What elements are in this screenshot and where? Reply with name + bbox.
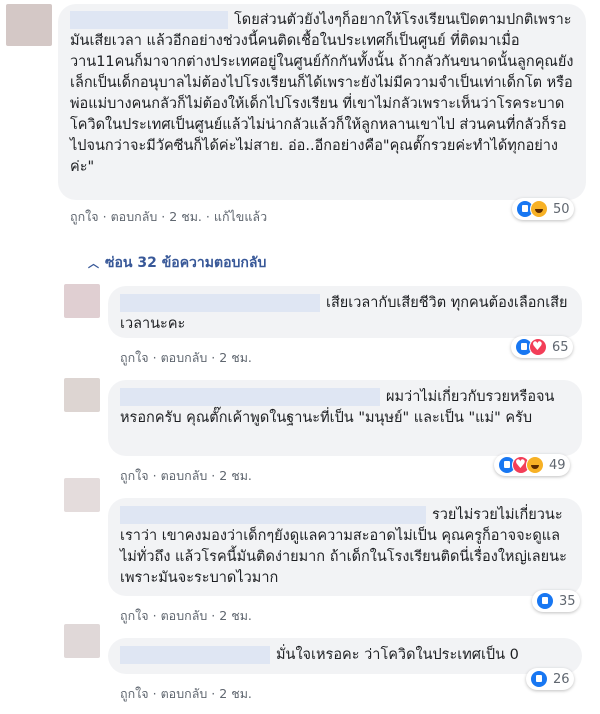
reply-link[interactable]: ตอบกลับ	[161, 350, 208, 365]
like-reaction-icon	[536, 592, 554, 610]
love-reaction-icon	[529, 338, 547, 356]
reply-text: มั่นใจเหรอคะ ว่าโควิดในประเทศเป็น 0	[276, 647, 519, 663]
timestamp[interactable]: 2 ชม.	[219, 468, 252, 483]
reply-bubble: รวยไม่รวยไม่เกี่ยวนะเราว่า เขาคงมองว่าเด…	[108, 498, 582, 596]
reply-link[interactable]: ตอบกลับ	[161, 608, 208, 623]
like-link[interactable]: ถูกใจ	[120, 686, 149, 701]
timestamp[interactable]: 2 ชม.	[219, 686, 252, 701]
like-link[interactable]: ถูกใจ	[120, 468, 149, 483]
reaction-summary[interactable]: 49	[494, 454, 570, 476]
reply-actions: ถูกใจ · ตอบกลับ · 2 ชม.	[120, 686, 252, 701]
reaction-summary[interactable]: 65	[511, 336, 573, 358]
reply-bubble: ผมว่าไม่เกี่ยวกับรวยหรือจนหรอกครับ คุณตั…	[108, 380, 582, 456]
reaction-summary[interactable]: 26	[526, 668, 574, 690]
avatar[interactable]	[64, 478, 100, 512]
reaction-count: 50	[553, 201, 570, 217]
reaction-summary[interactable]: 35	[532, 590, 580, 612]
reaction-count: 49	[549, 457, 566, 473]
reply-link[interactable]: ตอบกลับ	[161, 468, 208, 483]
avatar[interactable]	[64, 284, 100, 318]
reply-link[interactable]: ตอบกลับ	[161, 686, 208, 701]
hide-replies-label: ซ่อน 32 ข้อความตอบกลับ	[105, 255, 267, 271]
comment-actions: ถูกใจ · ตอบกลับ · 2 ชม. · แก้ไขแล้ว	[70, 209, 268, 224]
comment-bubble: โดยส่วนตัวยังไงๆก็อยากให้โรงเรียนเปิดตาม…	[58, 4, 586, 200]
reply-actions: ถูกใจ · ตอบกลับ · 2 ชม.	[120, 608, 252, 623]
redacted-author-name	[120, 388, 380, 406]
avatar[interactable]	[64, 624, 100, 658]
redacted-author-name	[70, 11, 228, 29]
redacted-author-name	[120, 646, 270, 664]
edited-label[interactable]: แก้ไขแล้ว	[214, 209, 267, 224]
avatar[interactable]	[6, 4, 52, 46]
reaction-count: 35	[559, 593, 576, 609]
reply-link[interactable]: ตอบกลับ	[111, 209, 158, 224]
reaction-count: 26	[553, 671, 570, 687]
timestamp[interactable]: 2 ชม.	[219, 350, 252, 365]
comment-text: โดยส่วนตัวยังไงๆก็อยากให้โรงเรียนเปิดตาม…	[70, 12, 574, 175]
hide-replies-toggle[interactable]: ︿ ซ่อน 32 ข้อความตอบกลับ	[88, 252, 266, 274]
redacted-author-name	[120, 294, 320, 312]
reaction-summary[interactable]: 50	[512, 198, 574, 220]
reaction-count: 65	[552, 339, 569, 355]
avatar[interactable]	[64, 378, 100, 412]
reply-bubble: มั่นใจเหรอคะ ว่าโควิดในประเทศเป็น 0	[108, 638, 582, 674]
like-link[interactable]: ถูกใจ	[70, 209, 99, 224]
like-link[interactable]: ถูกใจ	[120, 608, 149, 623]
like-link[interactable]: ถูกใจ	[120, 350, 149, 365]
reply-actions: ถูกใจ · ตอบกลับ · 2 ชม.	[120, 468, 252, 483]
reply-actions: ถูกใจ · ตอบกลับ · 2 ชม.	[120, 350, 252, 365]
like-reaction-icon	[530, 670, 548, 688]
haha-reaction-icon	[530, 200, 548, 218]
reply-bubble: เสียเวลากับเสียชีวิต ทุกคนต้องเลือกเสียเ…	[108, 286, 582, 338]
redacted-author-name	[120, 506, 426, 524]
timestamp[interactable]: 2 ชม.	[219, 608, 252, 623]
timestamp[interactable]: 2 ชม.	[169, 209, 202, 224]
haha-reaction-icon	[526, 456, 544, 474]
chevron-up-icon: ︿	[88, 257, 99, 270]
